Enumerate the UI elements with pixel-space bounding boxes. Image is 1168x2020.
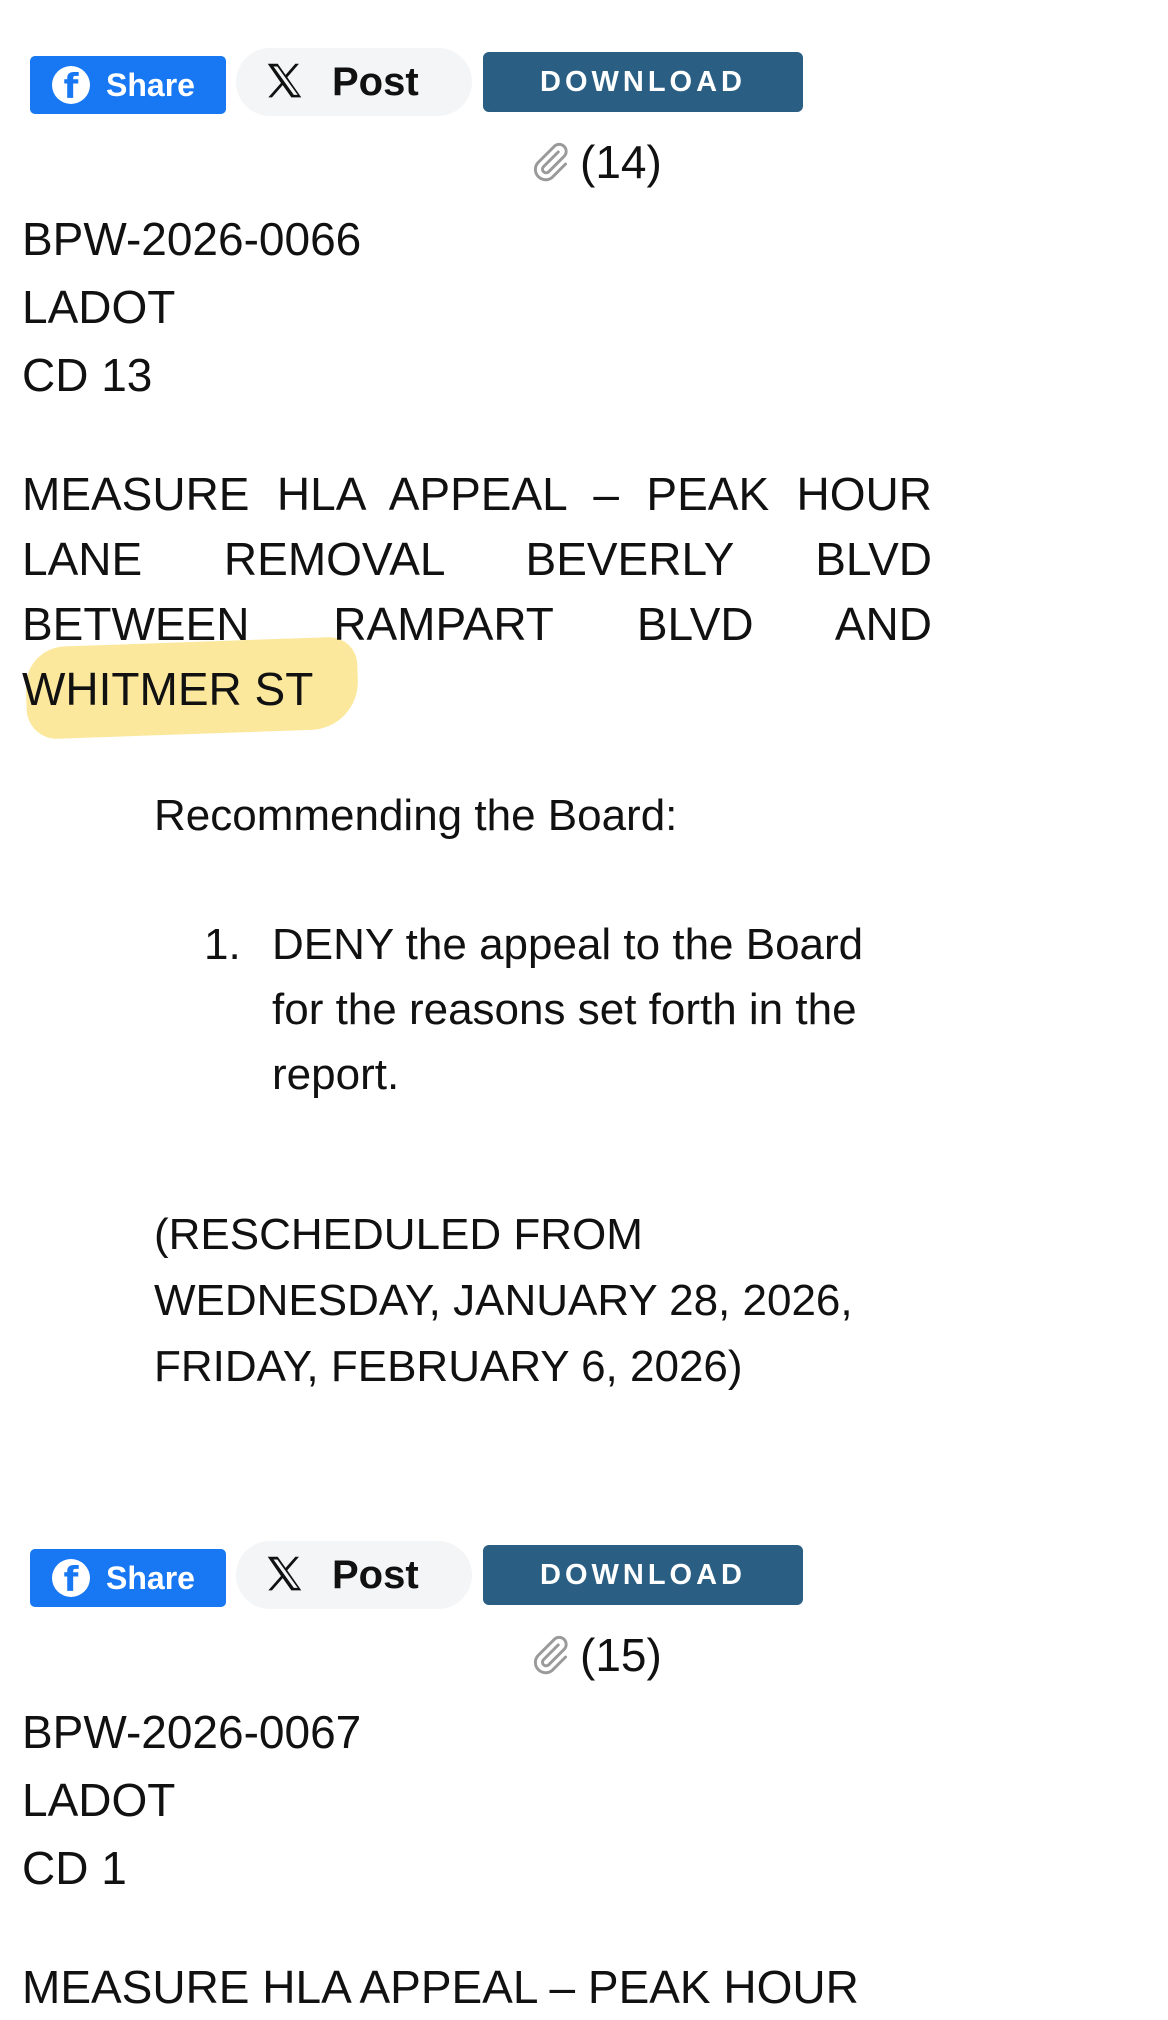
- facebook-icon: f: [52, 1559, 90, 1597]
- item-title-text: MEASURE HLA APPEAL – PEAK HOUR: [22, 1961, 859, 2013]
- recommendation-number: 1.: [204, 920, 241, 969]
- item-title-text: MEASURE HLA APPEAL – PEAK HOUR LANE REMO…: [22, 468, 932, 715]
- x-post-button[interactable]: Post: [236, 1541, 472, 1609]
- download-button[interactable]: DOWNLOAD: [483, 1545, 803, 1605]
- facebook-share-button[interactable]: f Share: [30, 56, 226, 114]
- attachment-count: (14): [580, 136, 662, 188]
- x-post-button[interactable]: Post: [236, 48, 472, 116]
- attachment-link[interactable]: (15): [528, 1623, 662, 1687]
- item-meta: BPW-2026-0067 LADOT CD 1: [22, 1698, 361, 1902]
- board-number: BPW-2026-0067: [22, 1706, 362, 1758]
- paperclip-icon: [533, 142, 568, 182]
- share-label: Share: [106, 1559, 195, 1596]
- x-logo-icon: [267, 63, 302, 98]
- recommendation-text: DENY the appeal to the Board for the rea…: [272, 920, 864, 1099]
- board-number: BPW-2026-0066: [22, 213, 362, 265]
- recommend-heading: Recommending the Board:: [154, 791, 678, 840]
- download-button[interactable]: DOWNLOAD: [483, 52, 803, 112]
- attachment-link[interactable]: (14): [528, 130, 662, 194]
- post-label: Post: [332, 59, 419, 104]
- paperclip-icon: [533, 1635, 568, 1675]
- facebook-icon: f: [52, 66, 90, 104]
- share-label: Share: [106, 66, 195, 103]
- council-district: CD 1: [22, 1842, 127, 1894]
- department: LADOT: [22, 1774, 176, 1826]
- x-logo-icon: [267, 1556, 302, 1591]
- facebook-share-button[interactable]: f Share: [30, 1549, 226, 1607]
- department: LADOT: [22, 281, 176, 333]
- attachment-count: (15): [580, 1629, 662, 1681]
- item-title: MEASURE HLA APPEAL – PEAK HOUR LANE REMO…: [22, 462, 932, 722]
- council-district: CD 13: [22, 349, 153, 401]
- post-label: Post: [332, 1552, 419, 1597]
- item-meta: BPW-2026-0066 LADOT CD 13: [22, 205, 361, 409]
- recommendation-item: 1. DENY the appeal to the Board for the …: [204, 912, 924, 1107]
- item-title: MEASURE HLA APPEAL – PEAK HOUR: [22, 1955, 932, 2020]
- reschedule-note: (RESCHEDULED FROM WEDNESDAY, JANUARY 28,…: [154, 1210, 853, 1391]
